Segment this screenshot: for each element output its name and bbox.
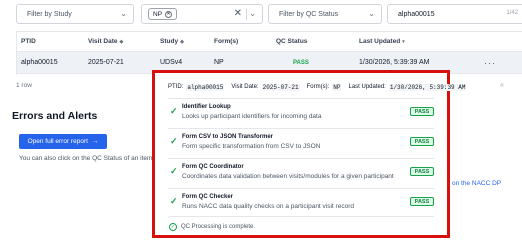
check-icon: ✓ [170,136,178,146]
cell-visit-date: 2025-07-21 [88,59,124,66]
status-badge: PASS [410,197,434,206]
check-description: Looks up participant identifiers for inc… [182,113,322,120]
search-value: alpha00015 [398,10,435,18]
qc-check-item: ✓ Form CSV to JSON Transformer Form spec… [168,133,434,155]
sort-icon: ◆ [119,38,124,45]
last-updated-value: 1/30/2026, 5:39:39 AM [388,84,467,91]
check-name: Form QC Checker [182,194,234,200]
divider [168,158,434,159]
table-header: PTID Visit Date ◆ Study ◆ Form(s) QC Statu… [17,32,522,52]
column-header-ptid[interactable]: PTID [21,32,36,51]
search-count: 1/42 [506,10,518,16]
button-label: Open full error report [27,138,88,145]
check-name: Form QC Coordinator [182,164,244,170]
arrow-right-icon: → [91,138,99,145]
qc-complete-message: ✓ QC Processing is complete. [169,223,255,231]
check-circle-icon: ✓ [169,223,177,231]
chip-label: NP [153,10,163,18]
study-filter-select[interactable]: Filter by Study ⌄ [16,4,134,24]
ptid-value: alpha00015 [186,84,225,91]
divider [168,188,434,189]
hint-text: You can also click on the QC Status of a… [19,155,153,162]
section-title: Errors and Alerts [12,110,98,122]
qc-check-item: ✓ Identifier Lookup Looks up participant… [168,103,434,125]
divider [246,9,247,20]
chevron-down-icon: ⌄ [120,9,127,18]
divider [168,216,434,217]
results-table: PTID Visit Date ◆ Study ◆ Form(s) QC Statu… [16,31,522,75]
open-error-report-button[interactable]: Open full error report → [19,134,107,149]
forms-value: NP [332,84,342,91]
row-count: 1 row [16,82,32,89]
qc-status-popover: PTID: alpha00015 Visit Date: 2025-07-21 … [152,70,467,238]
column-header-forms[interactable]: Form(s) [214,32,238,51]
visit-date-label: Visit Date: [231,84,259,90]
qc-status-filter-select[interactable]: Filter by QC Status ⌄ [268,4,382,24]
column-header-last-updated[interactable]: Last Updated ▾ [359,32,405,51]
forms-label: Form(s): [306,84,330,90]
qc-filter-placeholder: Filter by QC Status [279,10,339,18]
chevron-down-icon[interactable]: ⌄ [249,9,256,18]
status-badge: PASS [410,167,434,176]
popover-header: PTID: alpha00015 Visit Date: 2025-07-21 … [168,84,467,91]
form-filter-select[interactable]: NP ✕ ✕ ⌄ [141,4,263,24]
qc-check-item: ✓ Form QC Checker Runs NACC data quality… [168,193,434,215]
check-name: Form CSV to JSON Transformer [182,134,274,140]
last-updated-label: Last Updated: [348,84,386,90]
cell-ptid: alpha00015 [21,59,58,66]
chevron-down-icon: ⌄ [368,9,375,18]
status-badge: PASS [410,137,434,146]
check-description: Coordinates data validation between visi… [182,173,394,180]
column-header-qc-status[interactable]: QC Status [276,32,307,51]
ptid-label: PTID: [168,84,184,90]
row-actions-button[interactable]: ··· [484,52,496,73]
visit-date-value: 2025-07-21 [261,84,300,91]
status-badge: PASS [410,107,434,116]
remove-chip-icon[interactable]: ✕ [165,10,173,18]
check-icon: ✓ [170,106,178,116]
search-input[interactable]: alpha00015 1/42 [387,4,522,24]
qc-check-item: ✓ Form QC Coordinator Coordinates data v… [168,163,434,185]
complete-text: QC Processing is complete. [181,224,256,230]
clear-icon[interactable]: ✕ [234,8,242,19]
pager-first-button[interactable]: « [500,82,504,89]
divider [168,98,434,99]
column-header-study[interactable]: Study ◆ [160,32,184,51]
divider [168,128,434,129]
study-filter-placeholder: Filter by Study [27,10,72,18]
column-header-visit-date[interactable]: Visit Date ◆ [88,32,123,51]
sort-icon: ◆ [180,38,184,45]
check-name: Identifier Lookup [182,104,231,110]
check-description: Runs NACC data quality checks on a parti… [182,203,354,210]
selected-chip[interactable]: NP ✕ [148,8,178,20]
check-icon: ✓ [170,196,178,206]
check-description: Form specific transformation from CSV to… [182,143,321,150]
check-icon: ✓ [170,166,178,176]
nacc-dp-link[interactable]: on the NACC DP [452,180,501,187]
sort-desc-icon: ▾ [402,38,405,45]
